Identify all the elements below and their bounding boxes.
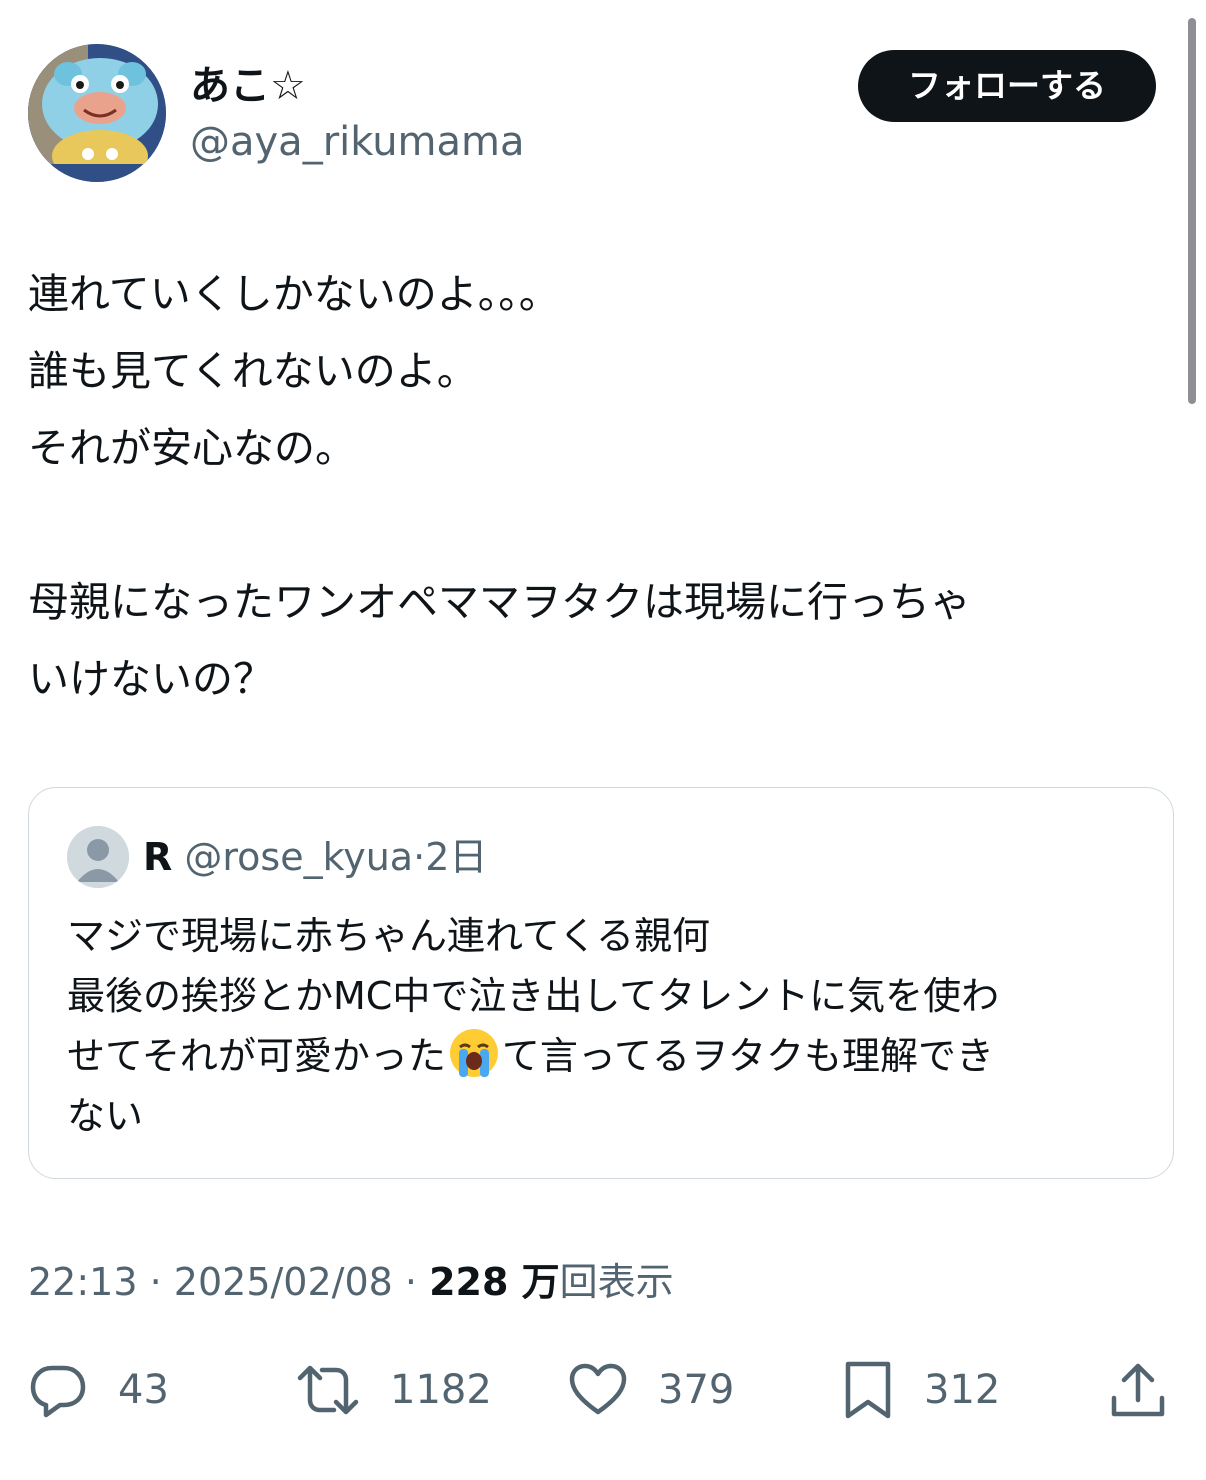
heart-icon — [569, 1363, 627, 1415]
tweet-line: 誰も見てくれないのよ。 — [28, 347, 478, 395]
like-button[interactable]: 379 — [568, 1350, 734, 1430]
tweet-line: それが安心なの。 — [28, 424, 356, 472]
action-bar: 43 1182 379 312 — [0, 1350, 1206, 1430]
tweet-meta-line: 22:13 · 2025/02/08 · 228 万回表示 — [28, 1256, 674, 1308]
share-button[interactable] — [1108, 1350, 1168, 1430]
view-count-label: 回表示 — [559, 1260, 674, 1304]
avatar-image — [28, 44, 166, 182]
quoted-user-handle: @rose_kyua — [184, 835, 414, 879]
quoted-line: マジで現場に赤ちゃん連れてくる親何 — [67, 914, 710, 958]
retweet-icon — [297, 1365, 359, 1415]
meta-separator: · — [149, 1260, 162, 1304]
bookmark-count: 312 — [924, 1367, 1001, 1413]
tweet-time[interactable]: 22:13 — [28, 1260, 138, 1304]
follow-button[interactable]: フォローする — [858, 50, 1156, 122]
quoted-line: ない — [67, 1094, 144, 1138]
scrollbar[interactable] — [1188, 18, 1196, 404]
quoted-tweet-card[interactable]: R @rose_kyua·2日 マジで現場に赤ちゃん連れてくる親何 最後の挨拶と… — [28, 787, 1174, 1179]
retweet-button[interactable]: 1182 — [296, 1350, 492, 1430]
meta-separator: · — [413, 835, 426, 879]
quoted-line: 最後の挨拶とかMC中で泣き出してタレントに気を使わ — [67, 974, 1000, 1018]
tweet-line: いけないの？ — [28, 655, 274, 703]
share-icon — [1111, 1363, 1165, 1417]
tweet-line: 母親になったワンオペママヲタクは現場に行っちゃ — [28, 578, 971, 626]
reply-button[interactable]: 43 — [28, 1350, 169, 1430]
quoted-tweet-meta: R @rose_kyua·2日 — [143, 832, 487, 882]
loudly-crying-face-icon — [449, 1029, 498, 1077]
retweet-count: 1182 — [390, 1367, 492, 1413]
view-count: 228 万 — [429, 1260, 560, 1304]
quoted-avatar-placeholder-icon — [67, 826, 129, 888]
tweet-date[interactable]: 2025/02/08 — [174, 1260, 393, 1304]
bookmark-icon — [845, 1361, 891, 1419]
user-handle[interactable]: @aya_rikumama — [190, 118, 525, 166]
quoted-display-name: R — [143, 835, 173, 879]
tweet-line: 連れていくしかないのよ。。。 — [28, 270, 560, 318]
display-name[interactable]: あこ☆ — [190, 62, 306, 110]
quoted-line-part: せてそれが可愛かった — [67, 1034, 446, 1078]
bookmark-button[interactable]: 312 — [842, 1350, 1000, 1430]
reply-count: 43 — [118, 1367, 169, 1413]
meta-separator: · — [404, 1260, 418, 1304]
like-count: 379 — [658, 1367, 735, 1413]
tweet-header: あこ☆ @aya_rikumama フォローする — [28, 44, 1156, 184]
quoted-line-part: て言ってるヲタクも理解でき — [501, 1034, 994, 1078]
quoted-tweet-text: マジで現場に赤ちゃん連れてくる親何 最後の挨拶とかMC中で泣き出してタレントに気… — [67, 906, 1147, 1146]
tweet-text: 連れていくしかないのよ。。。 誰も見てくれないのよ。 それが安心なの。 母親にな… — [28, 256, 1158, 718]
quoted-timestamp: 2日 — [425, 835, 488, 879]
avatar[interactable] — [28, 44, 166, 182]
quoted-line-with-emoji: せてそれが可愛かった て言ってるヲタクも理解でき — [67, 1026, 1147, 1086]
reply-icon — [30, 1365, 86, 1418]
